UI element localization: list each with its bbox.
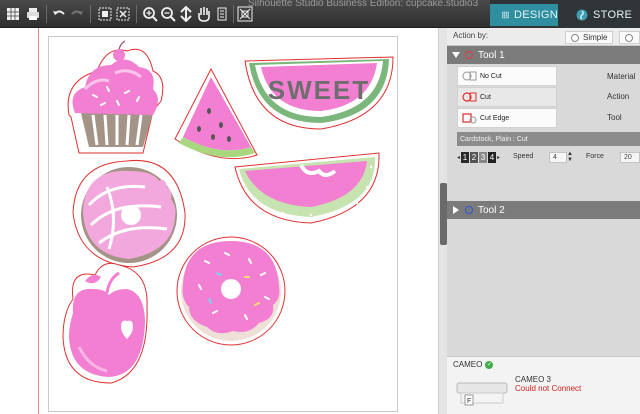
toolbar-separator: [136, 5, 137, 23]
design-grid-icon: [502, 11, 509, 19]
no-cut-option[interactable]: No Cut: [457, 66, 557, 86]
tool-label: Tool: [607, 113, 622, 122]
device-header: CAMEO ✓: [453, 360, 494, 369]
blade-value-2[interactable]: 2: [470, 152, 479, 163]
speed-field[interactable]: 4: [549, 152, 567, 163]
panel-scrollbar[interactable]: [438, 28, 447, 414]
scroll-thumb[interactable]: [440, 183, 447, 245]
toolbar-separator: [46, 5, 47, 23]
zoom-out-icon[interactable]: [159, 5, 177, 23]
cut-edge-option[interactable]: Cut Edge: [457, 108, 557, 128]
cut-edge-label: Cut Edge: [480, 114, 510, 122]
cut-margin-line: [38, 28, 39, 414]
material-label: Material: [607, 72, 636, 81]
sweet-text: SWEET: [268, 75, 370, 105]
force-field[interactable]: 20: [620, 152, 640, 163]
blade-value-4[interactable]: 4: [488, 152, 497, 163]
radio-circle: [571, 33, 579, 42]
machine-status: Could not Connect: [515, 384, 582, 393]
undo-icon[interactable]: [50, 5, 68, 23]
zoom-fit-icon[interactable]: [177, 5, 195, 23]
cutting-mat: SWEET: [48, 36, 398, 412]
cupcake-sticker[interactable]: [67, 40, 164, 154]
toolbar-separator: [233, 5, 234, 23]
check-icon: ✓: [485, 360, 494, 369]
blade-right-arrow-icon[interactable]: ▸: [497, 154, 500, 161]
no-cut-label: No Cut: [480, 72, 502, 80]
line-radio[interactable]: [619, 31, 640, 44]
store-icon: [576, 9, 588, 21]
tool2-header[interactable]: Tool 2: [447, 201, 640, 219]
svg-text:F: F: [467, 398, 471, 405]
top-toolbar: Silhouette Studio Business Edition: cupc…: [0, 0, 490, 28]
blade-left-arrow-icon[interactable]: ◂: [457, 154, 460, 161]
mode-tabs: DESIGN STORE: [490, 0, 640, 28]
silhouette-studio-window: Silhouette Studio Business Edition: cupc…: [0, 0, 640, 414]
blade-depth-selector[interactable]: ◂ 1 2 3 4 ▸: [457, 152, 500, 163]
cut-label: Cut: [480, 93, 491, 101]
expand-triangle-icon: [453, 206, 459, 214]
action-label: Action: [607, 92, 630, 101]
blade-value-3[interactable]: 3: [479, 152, 488, 163]
select-all-icon[interactable]: [96, 5, 114, 23]
tool2-label: Tool 2: [478, 204, 505, 216]
action-by-bar: Action by: Simple: [447, 28, 640, 46]
design-canvas[interactable]: SWEET: [0, 28, 438, 414]
sweet-watermelon-sticker[interactable]: SWEET: [244, 56, 394, 130]
connection-area: CAMEO ✓ F CAMEO 3 Could not Connect: [447, 356, 640, 414]
zoom-in-icon[interactable]: [141, 5, 159, 23]
tool1-color-dot: [465, 51, 473, 59]
machine-name: CAMEO 3: [515, 375, 552, 384]
grid-icon[interactable]: [4, 5, 22, 23]
cameo-machine-icon[interactable]: F: [455, 375, 509, 409]
deselect-icon[interactable]: [114, 5, 132, 23]
material-selection[interactable]: Cardstock, Plain : Cut: [457, 132, 640, 146]
move-icon[interactable]: [195, 5, 213, 23]
speed-label: Speed: [513, 153, 534, 160]
tool2-color-dot: [465, 206, 473, 214]
window-title: Silhouette Studio Business Edition: cupc…: [248, 0, 479, 9]
tool1-label: Tool 1: [478, 49, 505, 61]
simple-radio[interactable]: Simple: [565, 31, 614, 44]
cut-icon: [462, 92, 477, 102]
print-icon[interactable]: [24, 5, 42, 23]
no-cut-icon: [462, 71, 477, 81]
material-name: Cardstock, Plain : Cut: [460, 135, 528, 143]
device-label: CAMEO: [453, 360, 483, 369]
tab-store[interactable]: STORE: [562, 4, 640, 26]
apple-sticker[interactable]: [62, 262, 148, 384]
donut-sprinkles-sticker[interactable]: [176, 236, 286, 346]
tab-design[interactable]: DESIGN: [490, 4, 558, 26]
cut-edge-icon: [462, 113, 477, 124]
radio-circle: [625, 33, 633, 42]
donut-drizzle-sticker[interactable]: [72, 159, 186, 268]
watermelon-slice-sticker[interactable]: [174, 67, 258, 160]
action-by-label: Action by:: [453, 31, 489, 40]
tab-design-label: DESIGN: [514, 9, 558, 21]
pan-icon[interactable]: [213, 5, 231, 23]
bitten-watermelon-sticker[interactable]: [234, 152, 380, 224]
toolbar-separator: [90, 5, 91, 23]
cut-settings-row: ◂ 1 2 3 4 ▸ Speed 4 ▲ ▼ Force 20: [457, 150, 640, 166]
simple-label: Simple: [583, 33, 608, 42]
force-label: Force: [586, 153, 604, 160]
send-panel: Action by: Simple Tool 1 No Cut Cut Cut …: [447, 28, 640, 414]
speed-stepper-icon[interactable]: ▲ ▼: [567, 151, 573, 163]
redo-icon[interactable]: [68, 5, 86, 23]
cut-option[interactable]: Cut: [457, 87, 557, 107]
collapse-triangle-icon: [452, 52, 460, 58]
tool1-header[interactable]: Tool 1: [447, 46, 640, 64]
tab-store-label: STORE: [593, 9, 633, 21]
blade-value-1[interactable]: 1: [461, 152, 470, 163]
